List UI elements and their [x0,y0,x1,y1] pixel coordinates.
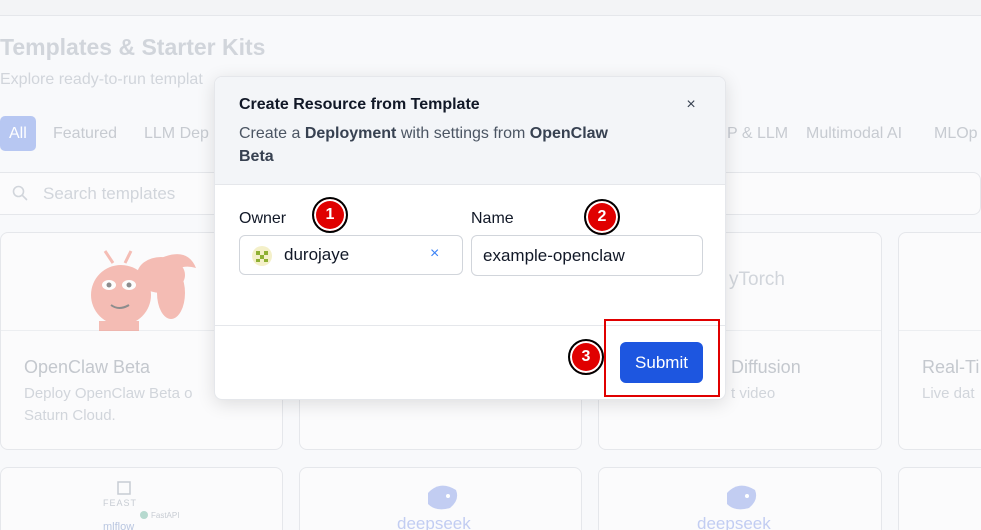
annotation-badge-2: 2 [584,199,620,235]
annotation-badge-3: 3 [568,339,604,375]
card-image [899,233,981,331]
tab-llm-deployment[interactable]: LLM Dep [144,116,209,151]
card-description: Deploy OpenClaw Beta o Saturn Cloud. [24,383,192,427]
template-card[interactable] [898,467,981,530]
deepseek-logo-text: deepseek [697,514,771,530]
fastapi-logo-text: FastAPI [151,511,179,520]
card-title: Diffusion [731,357,801,377]
dialog-title: Create Resource from Template [239,96,480,113]
feast-logo-text: FEAST [103,498,137,508]
card-title: OpenClaw Beta [24,357,151,377]
name-input[interactable] [471,235,703,276]
resource-type: Deployment [304,125,397,142]
top-bar [0,0,981,16]
desc-prefix: Create a [239,125,305,142]
template-card-deepseek[interactable]: deepseek [299,467,582,530]
feast-fastapi-mlflow-logos: FEAST FastAPI mlflow [103,481,179,530]
search-icon [12,185,28,201]
owner-value: durojaye [284,245,350,264]
pytorch-logo-text: yTorch [729,269,785,290]
desc-middle: with settings from [396,125,530,142]
card-description-line: Saturn Cloud. [24,407,116,424]
deepseek-logo-text: deepseek [397,514,471,530]
mlflow-logo-text: mlflow [103,521,134,530]
annotation-badge-1: 1 [312,197,348,233]
close-icon[interactable]: × [681,95,701,115]
template-card-realtime[interactable]: Real-Ti Live dat [898,232,981,450]
tab-multimodal-ai[interactable]: Multimodal AI [806,116,902,151]
deepseek-whale-icon: deepseek [697,485,771,530]
tab-nlp-llm[interactable]: P & LLM [727,116,788,151]
search-placeholder: Search templates [43,184,176,203]
card-description: t video [731,385,776,402]
avatar [252,246,272,266]
tab-mlops[interactable]: MLOp [934,116,978,151]
page-title: Templates & Starter Kits [0,34,266,60]
card-description: Live dat [922,385,975,402]
page-subtitle: Explore ready-to-run templat [0,71,203,88]
template-card-deepseek[interactable]: deepseek [598,467,882,530]
tab-featured[interactable]: Featured [53,116,117,151]
owner-label: Owner [239,210,287,227]
tab-all[interactable]: All [0,116,36,151]
submit-highlight-box [604,319,720,397]
name-label: Name [471,210,514,227]
template-card[interactable]: FEAST FastAPI mlflow [0,467,283,530]
owner-select[interactable]: durojaye × [239,235,463,275]
dialog-description: Create a Deployment with settings from O… [239,122,639,168]
identicon-icon [256,251,268,262]
deepseek-whale-icon: deepseek [397,485,471,530]
card-title: Real-Ti [922,357,980,377]
card-description-line: Deploy OpenClaw Beta o [24,385,193,402]
dialog-header: Create Resource from Template Create a D… [215,77,725,185]
clear-owner-icon[interactable]: × [430,245,439,263]
